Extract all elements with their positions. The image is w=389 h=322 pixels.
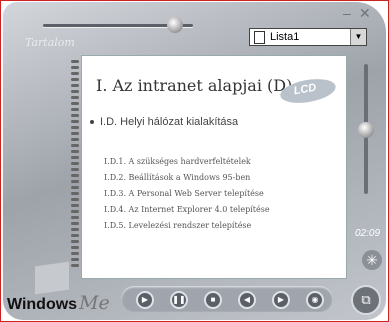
seek-knob[interactable] [167, 17, 183, 33]
list-item: I.D.2. Beállítások a Windows 95-ben [104, 173, 251, 182]
previous-button[interactable]: ◀ [238, 291, 256, 309]
skin-switch-button[interactable]: ⧉ [351, 285, 381, 315]
playlist-value: Lista1 [270, 31, 300, 43]
minimize-button[interactable]: – [343, 5, 351, 21]
close-button[interactable]: ✕ [359, 5, 371, 22]
slide-item-list: I.D.1. A szükséges hardverfeltételek I.D… [104, 154, 270, 234]
slide-view: I. Az intranet alapjai (D) LCD I.D. Hely… [81, 55, 347, 279]
playlist-dropdown[interactable]: Lista1 ▼ [249, 28, 367, 46]
mute-button[interactable]: ◉ [306, 291, 324, 309]
slide-bullet-text: I.D. Helyi hálózat kialakítása [100, 116, 239, 128]
brand-me: Me [79, 292, 110, 314]
list-item: I.D.1. A szükséges hardverfeltételek [104, 157, 251, 166]
bullet-icon [90, 120, 94, 125]
windows-logo-icon [35, 261, 69, 295]
chevron-down-icon[interactable]: ▼ [350, 29, 366, 45]
time-display: 02:09 [355, 228, 381, 239]
slide-title: I. Az intranet alapjai (D) [96, 76, 293, 95]
window-frame: Tartalom Lista1 ▼ – ✕ I. Az intranet ala… [0, 0, 389, 322]
list-item: I.D.4. Az Internet Explorer 4.0 telepíté… [104, 205, 270, 214]
windows-me-brand: Windows Me [7, 292, 110, 314]
play-button[interactable]: ▶ [136, 291, 154, 309]
document-icon [254, 31, 265, 44]
effects-button[interactable]: ✳ [362, 250, 382, 270]
slide-logo-text: LCD [292, 81, 318, 98]
seek-label: Tartalom [25, 36, 75, 49]
stop-button[interactable]: ■ [204, 291, 222, 309]
media-player: Tartalom Lista1 ▼ – ✕ I. Az intranet ala… [3, 2, 386, 320]
list-item: I.D.3. A Personal Web Server telepítése [104, 189, 264, 198]
brand-windows: Windows [7, 296, 78, 313]
next-button[interactable]: ▶ [272, 291, 290, 309]
volume-knob[interactable] [358, 122, 374, 138]
list-item: I.D.5. Levelezési rendszer telepítése [104, 221, 252, 230]
slide-bullet: I.D. Helyi hálózat kialakítása [90, 116, 238, 128]
pause-button[interactable]: ❚❚ [170, 291, 188, 309]
